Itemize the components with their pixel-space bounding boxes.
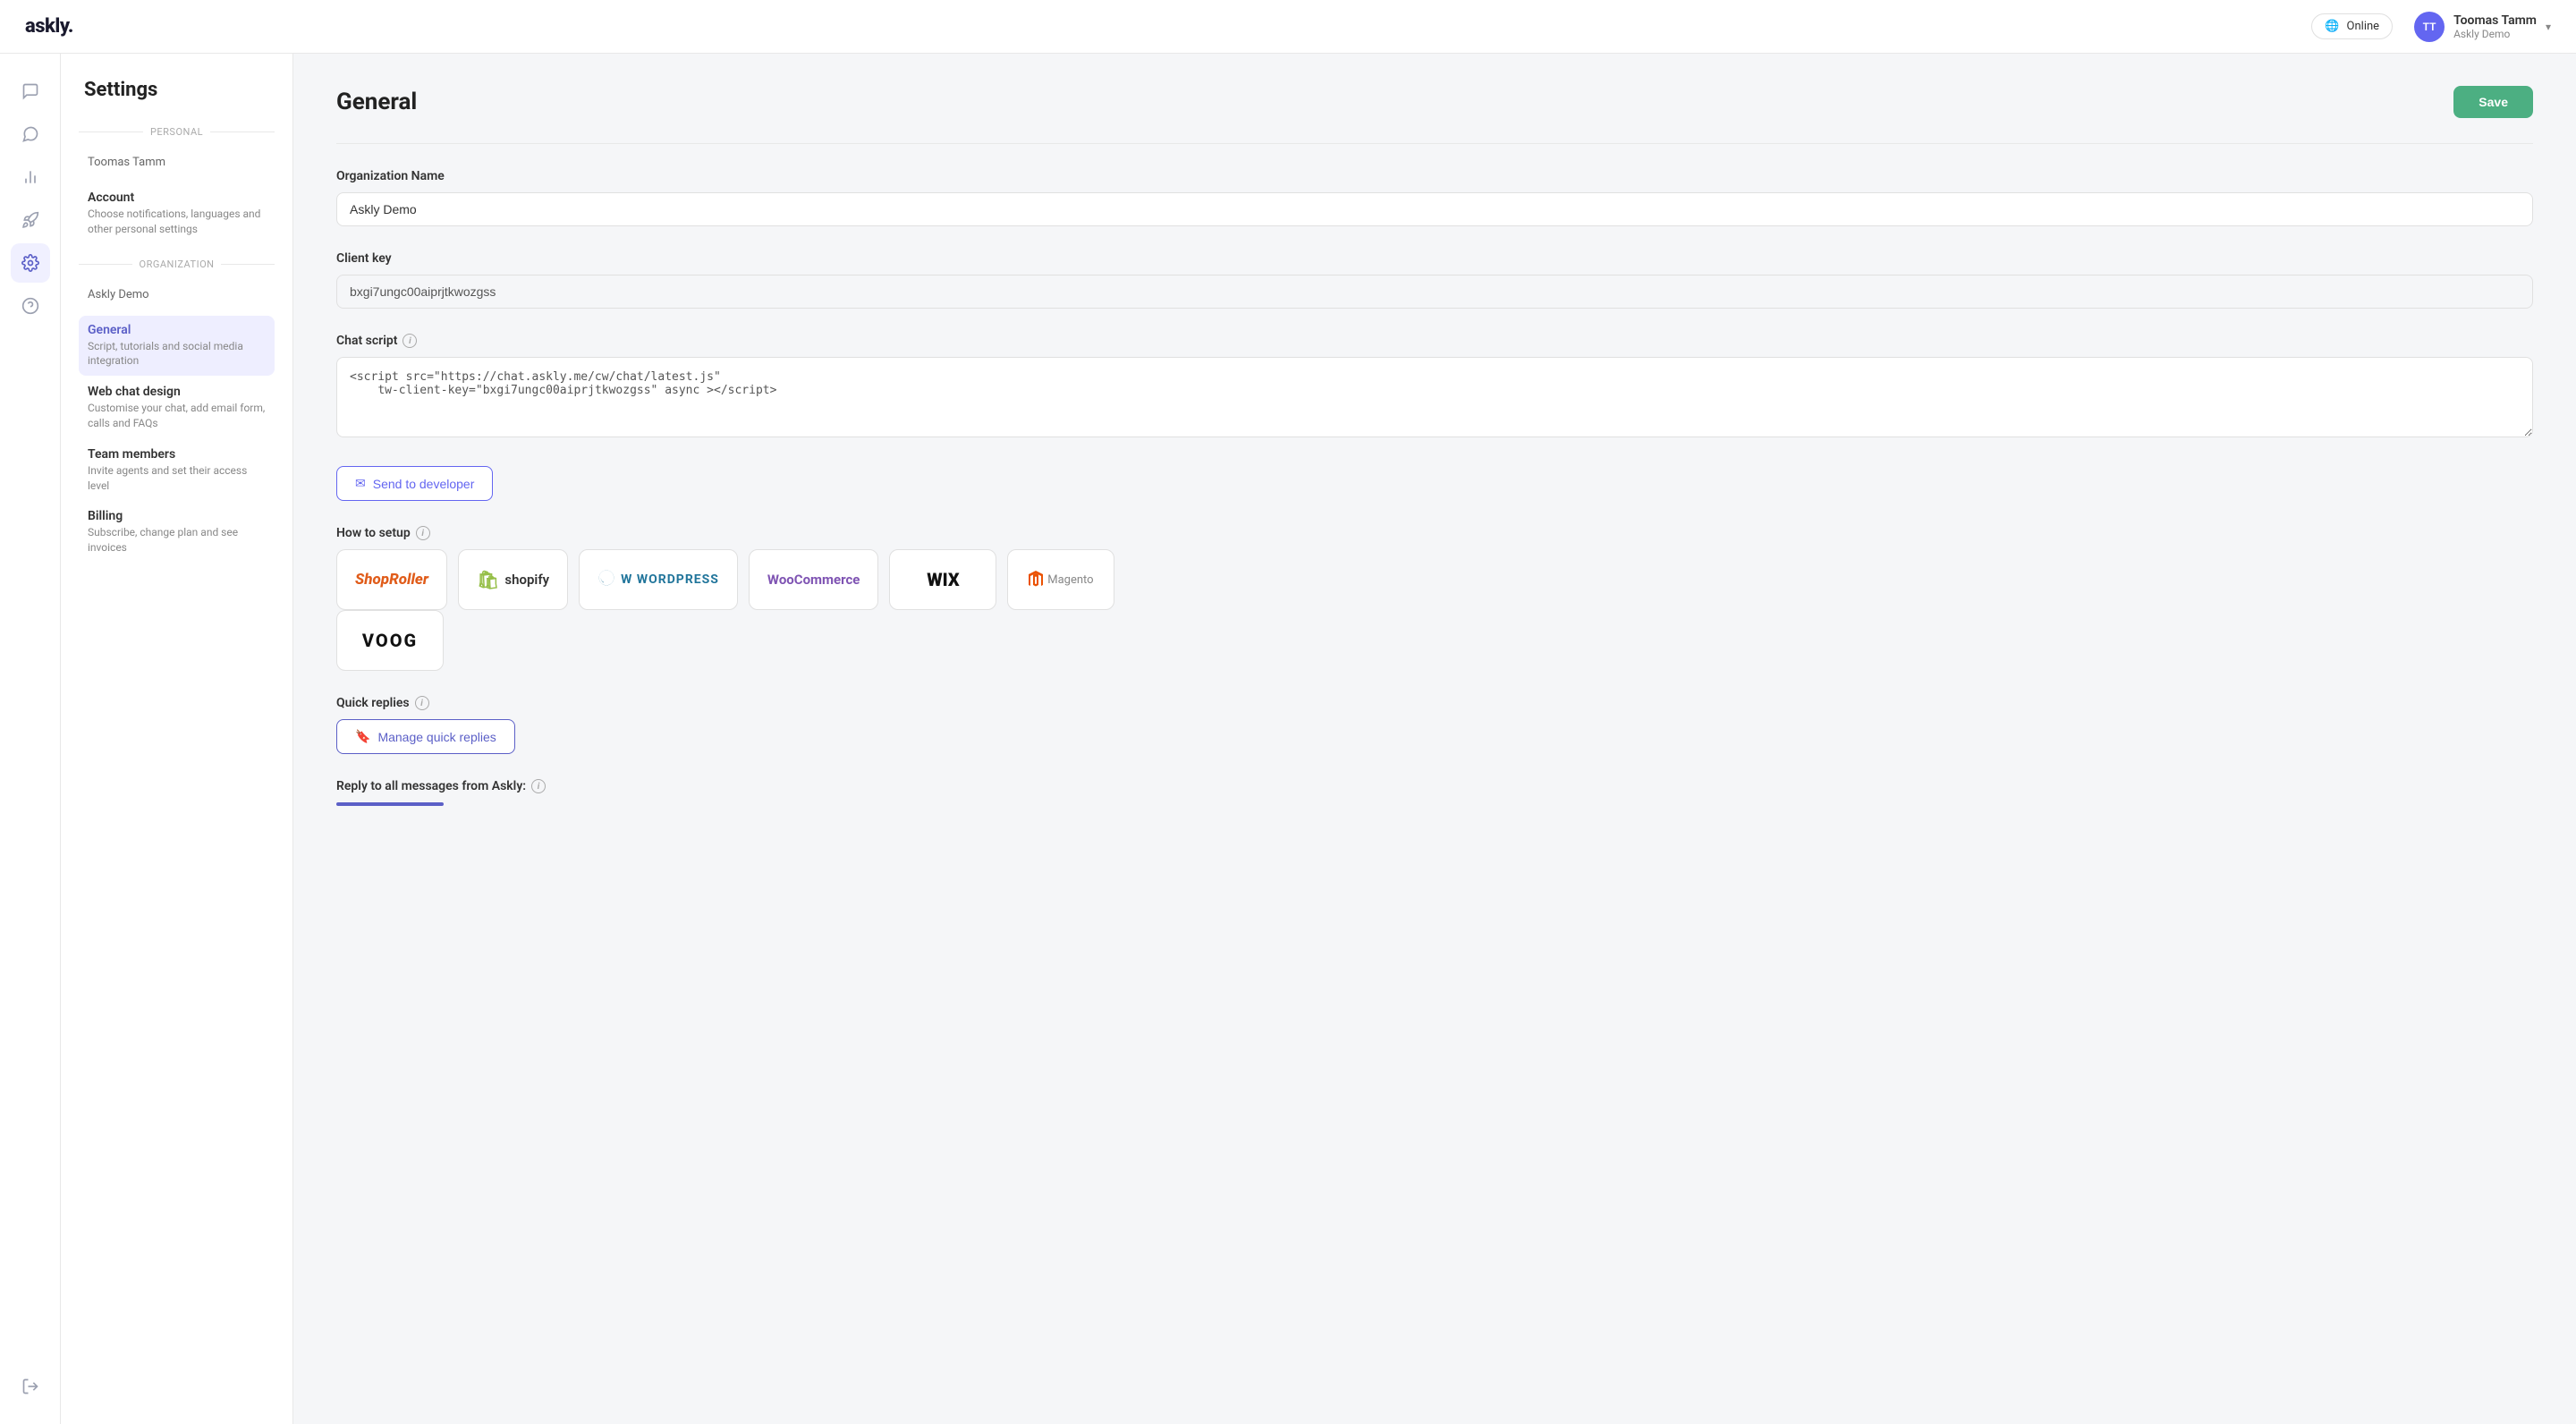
logo: askly.	[25, 15, 73, 38]
header-divider	[336, 143, 2533, 144]
platform-wordpress[interactable]: W WordPress	[579, 549, 738, 610]
sidebar-item-account[interactable]: Account Choose notifications, languages …	[79, 183, 275, 244]
client-key-label: Client key	[336, 251, 2533, 266]
sidebar-item-team-members[interactable]: Team members Invite agents and set their…	[79, 440, 275, 501]
quick-replies-label: Quick replies i	[336, 696, 2533, 710]
sidebar-item-analytics[interactable]	[11, 157, 50, 197]
page-title: General	[336, 89, 417, 115]
general-desc: Script, tutorials and social media integ…	[88, 339, 266, 369]
platform-shoproller[interactable]: ShopRoller	[336, 549, 447, 610]
web-chat-desc: Customise your chat, add email form, cal…	[88, 401, 266, 431]
settings-personal-name: Toomas Tamm	[79, 145, 275, 176]
avatar: TT	[2414, 12, 2445, 42]
team-members-desc: Invite agents and set their access level	[88, 463, 266, 494]
personal-section-label: Personal	[79, 126, 275, 138]
platform-wix[interactable]: WIX	[889, 549, 996, 610]
sidebar-item-settings[interactable]	[11, 243, 50, 283]
wp-icon	[597, 569, 615, 591]
woocommerce-label: WooCommerce	[767, 572, 860, 588]
settings-org-name: Askly Demo	[79, 277, 275, 309]
account-title: Account	[88, 191, 266, 205]
voog-label: VOOG	[362, 630, 418, 651]
wix-label: WIX	[927, 569, 959, 590]
sidebar-item-inbox[interactable]	[11, 114, 50, 154]
how-to-setup-label: How to setup i	[336, 526, 2533, 540]
platform-grid-row2: VOOG	[336, 610, 2533, 671]
page-header: General Save	[336, 86, 2533, 118]
user-org: Askly Demo	[2453, 28, 2537, 40]
how-to-setup-info-icon: i	[416, 526, 430, 540]
org-name-label: Organization Name	[336, 169, 2533, 183]
sidebar-item-help[interactable]	[11, 286, 50, 326]
chat-script-info-icon: i	[402, 334, 417, 348]
send-to-developer-section: ✉ Send to developer	[336, 466, 2533, 501]
chat-script-section: Chat script i <script src="https://chat.…	[336, 334, 2533, 441]
org-section-label: Organization	[79, 259, 275, 270]
status-badge[interactable]: 🌐 Online	[2311, 13, 2393, 39]
reply-to-all-section: Reply to all messages from Askly: i	[336, 779, 2533, 806]
client-key-section: Client key	[336, 251, 2533, 309]
chevron-down-icon: ▾	[2546, 21, 2551, 33]
magento-label: Magento	[1029, 571, 1093, 589]
quick-replies-section: Quick replies i 🔖 Manage quick replies	[336, 696, 2533, 754]
user-name: Toomas Tamm	[2453, 13, 2537, 28]
user-menu[interactable]: TT Toomas Tamm Askly Demo ▾	[2414, 12, 2551, 42]
user-details: Toomas Tamm Askly Demo	[2453, 13, 2537, 40]
reply-to-all-info-icon: i	[531, 779, 546, 793]
billing-desc: Subscribe, change plan and see invoices	[88, 525, 266, 555]
account-desc: Choose notifications, languages and othe…	[88, 207, 266, 237]
manage-quick-replies-button[interactable]: 🔖 Manage quick replies	[336, 719, 515, 754]
bookmark-icon: 🔖	[355, 729, 370, 744]
main-content: General Save Organization Name Client ke…	[293, 54, 2576, 1424]
envelope-icon: ✉	[355, 476, 366, 491]
platform-shopify[interactable]: 🛍 shopify	[458, 549, 568, 610]
sidebar-item-rocket[interactable]	[11, 200, 50, 240]
status-label: Online	[2347, 20, 2380, 33]
reply-bar-indicator	[336, 802, 444, 806]
client-key-input	[336, 275, 2533, 309]
sidebar-item-logout[interactable]	[11, 1367, 50, 1406]
platform-magento[interactable]: Magento	[1007, 549, 1114, 610]
sidebar-item-billing[interactable]: Billing Subscribe, change plan and see i…	[79, 502, 275, 563]
app-layout: Settings Personal Toomas Tamm Account Ch…	[0, 0, 2576, 1424]
settings-title: Settings	[79, 79, 275, 101]
save-button[interactable]: Save	[2453, 86, 2533, 118]
org-name-section: Organization Name	[336, 169, 2533, 226]
wordpress-label: W WordPress	[597, 569, 719, 591]
sidebar-item-web-chat-design[interactable]: Web chat design Customise your chat, add…	[79, 377, 275, 438]
icon-sidebar	[0, 54, 61, 1424]
platform-voog[interactable]: VOOG	[336, 610, 444, 671]
sidebar-item-general[interactable]: General Script, tutorials and social med…	[79, 316, 275, 377]
topnav-right: 🌐 Online TT Toomas Tamm Askly Demo ▾	[2311, 12, 2551, 42]
org-name-input[interactable]	[336, 192, 2533, 226]
chat-script-textarea[interactable]: <script src="https://chat.askly.me/cw/ch…	[336, 357, 2533, 437]
platform-grid: ShopRoller 🛍 shopify W WordPress	[336, 549, 2533, 610]
shopify-label: 🛍 shopify	[477, 569, 549, 590]
send-to-developer-button[interactable]: ✉ Send to developer	[336, 466, 493, 501]
general-title: General	[88, 323, 266, 337]
platform-woocommerce[interactable]: WooCommerce	[749, 549, 878, 610]
topnav: askly. 🌐 Online TT Toomas Tamm Askly Dem…	[0, 0, 2576, 54]
reply-to-all-label: Reply to all messages from Askly: i	[336, 779, 2533, 793]
chat-script-label: Chat script i	[336, 334, 2533, 348]
how-to-setup-section: How to setup i ShopRoller 🛍 shopify	[336, 526, 2533, 671]
sidebar-item-chat[interactable]	[11, 72, 50, 111]
settings-sidebar: Settings Personal Toomas Tamm Account Ch…	[61, 54, 293, 1424]
web-chat-title: Web chat design	[88, 385, 266, 399]
team-members-title: Team members	[88, 447, 266, 462]
quick-replies-info-icon: i	[415, 696, 429, 710]
billing-title: Billing	[88, 509, 266, 523]
globe-icon: 🌐	[2325, 20, 2339, 33]
shoproller-label: ShopRoller	[355, 571, 428, 589]
shopify-icon: 🛍	[477, 569, 499, 590]
